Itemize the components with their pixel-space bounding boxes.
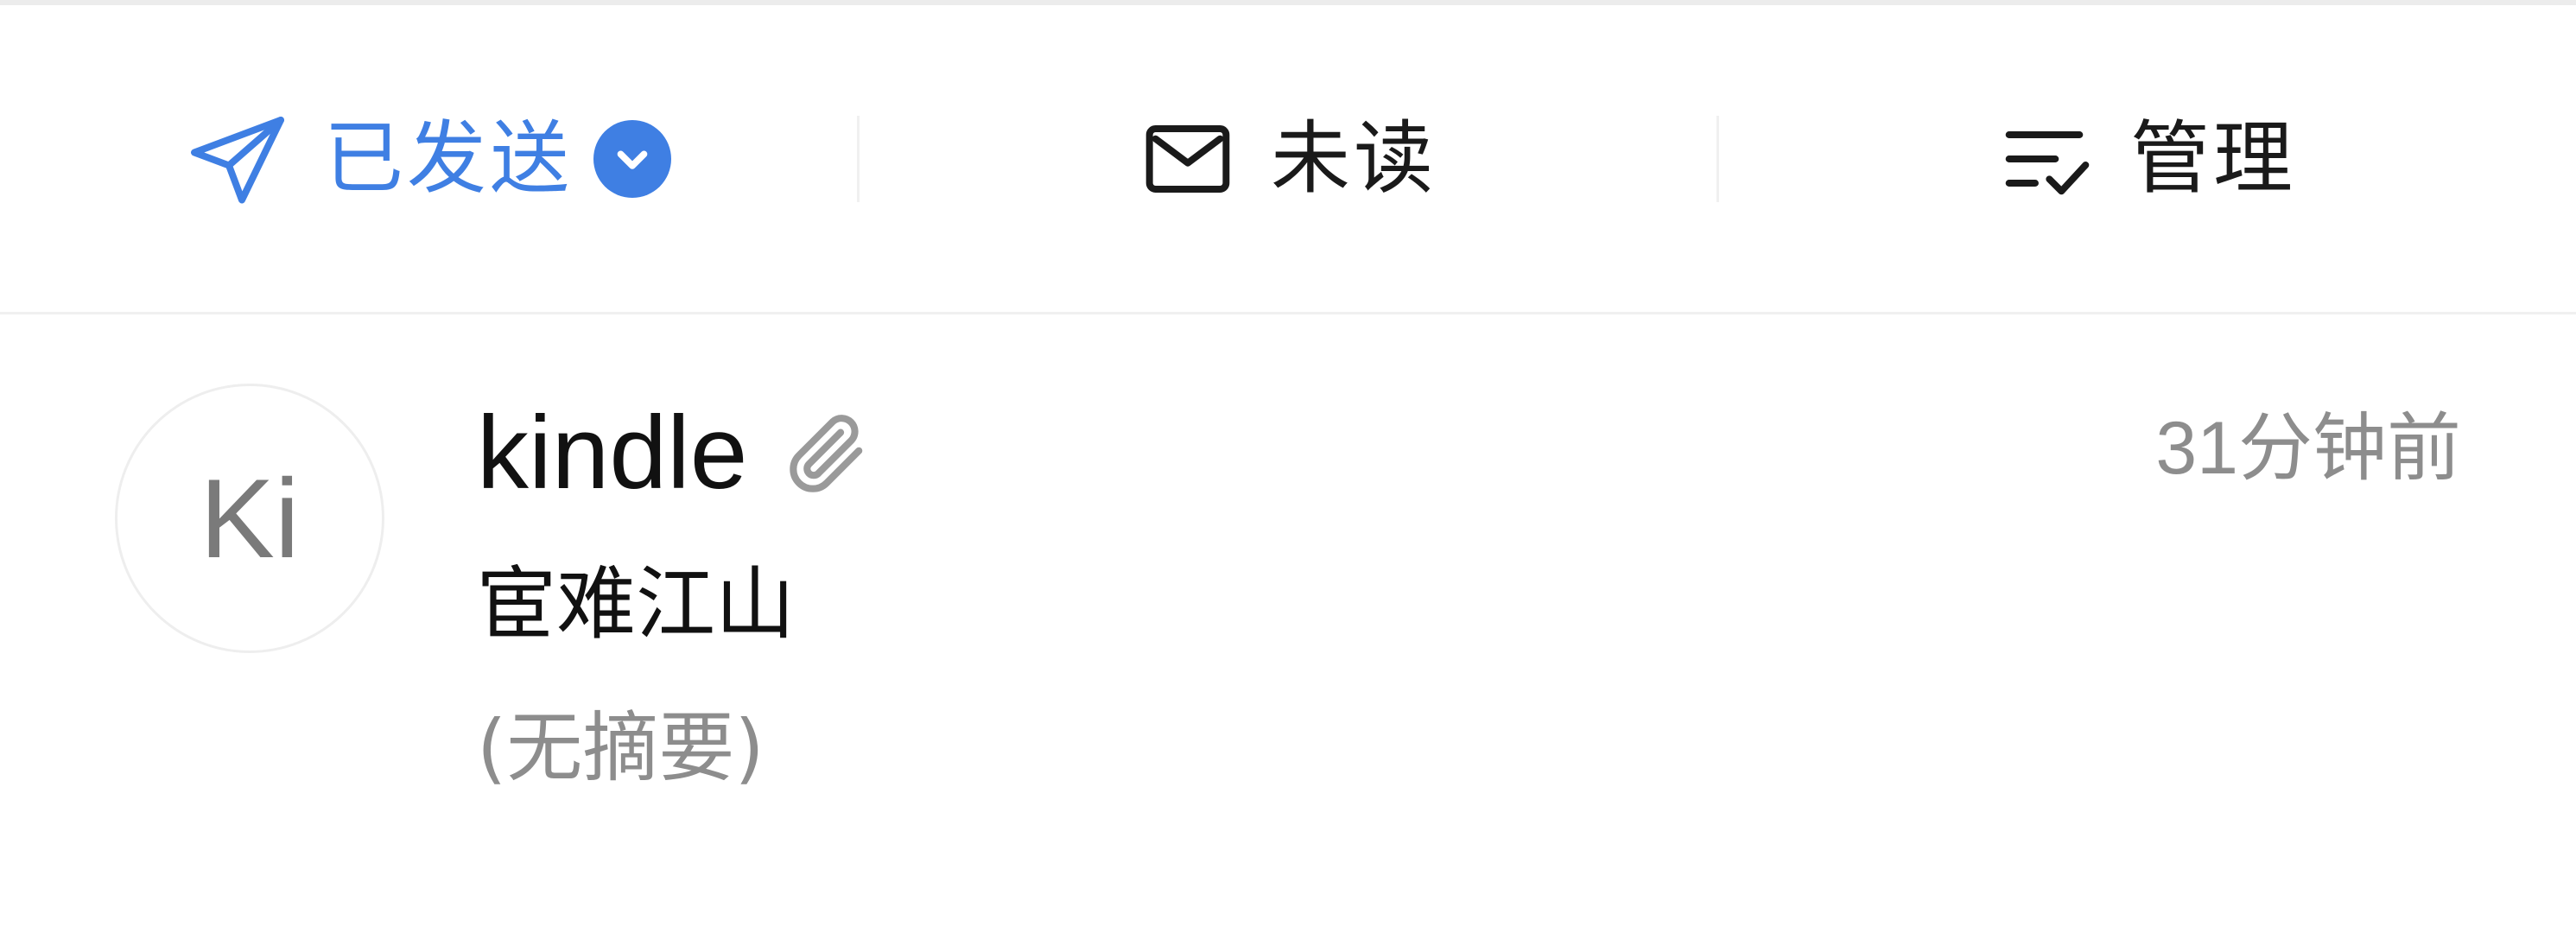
sender-row: kindle [477, 401, 872, 505]
unread-label: 未读 [1270, 111, 1437, 205]
manage-button[interactable]: 管理 [1719, 5, 2576, 312]
paperclip-icon [779, 406, 872, 499]
sent-filter-button[interactable]: 已发送 [0, 5, 857, 312]
envelope-icon [1139, 111, 1236, 207]
sent-label: 已发送 [323, 111, 573, 205]
mail-subject: 宦难江山 [477, 558, 796, 651]
avatar: Ki [115, 384, 384, 653]
mail-time: 31分钟前 [2155, 407, 2461, 490]
mail-list-item[interactable]: Ki kindle 31分钟前 宦难江山 (无摘要) [0, 314, 2576, 933]
list-check-icon [1999, 111, 2096, 207]
manage-label: 管理 [2129, 111, 2296, 205]
mail-summary: (无摘要) [477, 703, 765, 792]
send-icon [186, 107, 289, 211]
sender-name: kindle [477, 395, 748, 511]
unread-filter-button[interactable]: 未读 [860, 5, 1716, 312]
chevron-down-icon[interactable] [593, 119, 671, 198]
mail-toolbar: 已发送 未读 管理 [0, 5, 2576, 314]
